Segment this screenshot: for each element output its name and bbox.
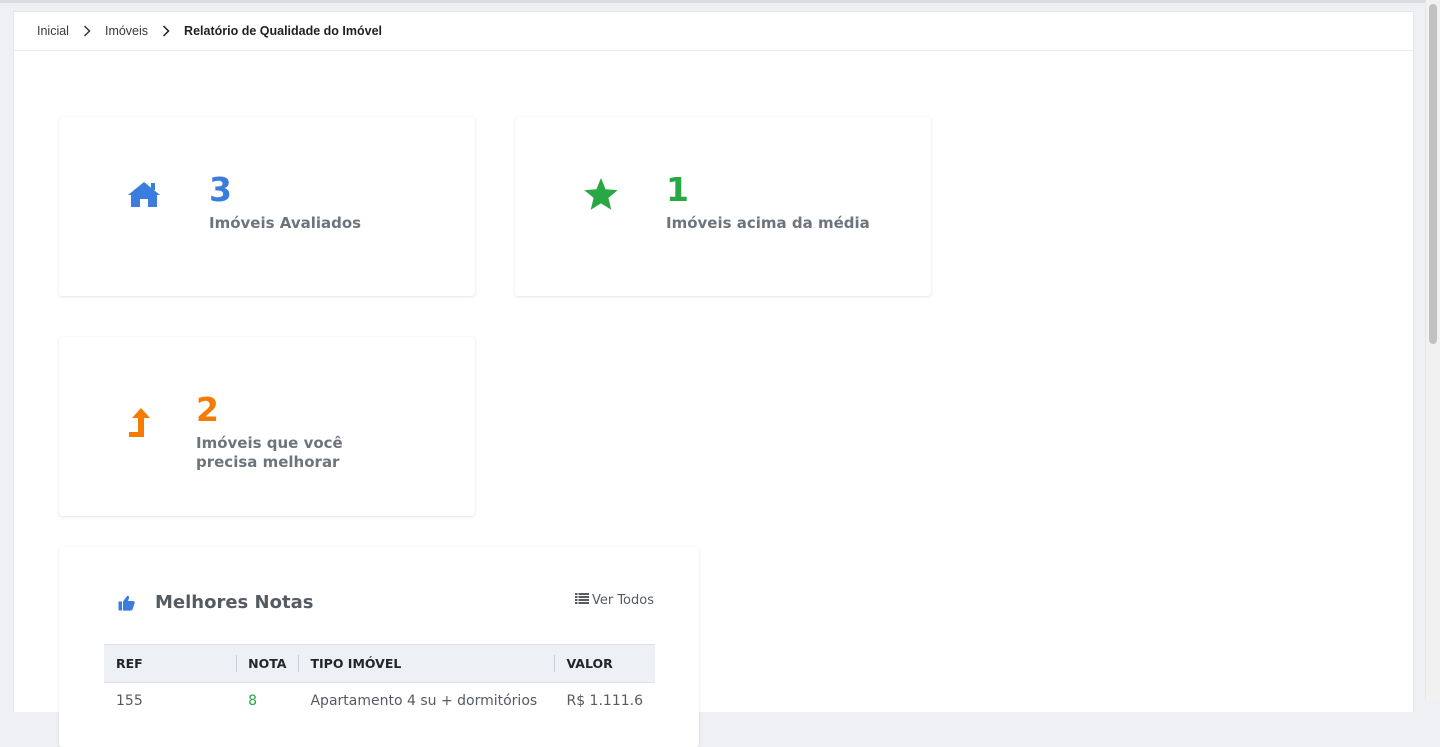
scrollbar-thumb[interactable] xyxy=(1429,4,1437,344)
star-icon xyxy=(583,177,619,215)
chevron-right-icon xyxy=(77,25,97,37)
stat-value: 1 xyxy=(666,170,689,209)
stat-value: 3 xyxy=(209,170,232,209)
breadcrumb: Inicial Imóveis Relatório de Qualidade d… xyxy=(14,12,1413,51)
column-header-ref[interactable]: REF xyxy=(104,644,237,683)
card-title: Melhores Notas xyxy=(155,592,314,613)
stat-card-needs-improvement: 2 Imóveis que você precisa melhorar xyxy=(59,337,475,516)
stat-label: Imóveis Avaliados xyxy=(209,214,362,232)
list-icon xyxy=(574,593,589,608)
breadcrumb-properties[interactable]: Imóveis xyxy=(105,24,148,38)
stat-label: Imóveis acima da média xyxy=(666,214,870,232)
breadcrumb-home[interactable]: Inicial xyxy=(37,24,69,38)
column-header-valor[interactable]: VALOR xyxy=(554,644,655,683)
best-grades-card: Melhores Notas Ver Todos REF NOTA TIPO I… xyxy=(59,547,699,747)
page-scrollbar[interactable] xyxy=(1425,0,1440,700)
cell-valor: R$ 1.111.6 xyxy=(566,693,643,709)
stat-card-evaluated: 3 Imóveis Avaliados xyxy=(59,117,475,296)
column-header-nota[interactable]: NOTA xyxy=(236,644,299,683)
top-edge xyxy=(0,0,1440,3)
see-all-link[interactable]: Ver Todos xyxy=(574,593,654,608)
stat-label: Imóveis que você precisa melhorar xyxy=(196,434,343,471)
best-grades-table: REF NOTA TIPO IMÓVEL VALOR 155 8 Apartam… xyxy=(104,644,655,719)
stat-value: 2 xyxy=(196,390,219,429)
table-row[interactable]: 155 8 Apartamento 4 su + dormitórios R$ … xyxy=(104,683,655,720)
main-panel: Inicial Imóveis Relatório de Qualidade d… xyxy=(13,11,1414,747)
home-icon xyxy=(127,180,161,212)
level-up-arrow-icon xyxy=(127,407,151,443)
chevron-right-icon xyxy=(156,25,176,37)
see-all-label: Ver Todos xyxy=(591,593,654,608)
cell-ref: 155 xyxy=(116,693,143,709)
column-header-tipo[interactable]: TIPO IMÓVEL xyxy=(298,644,555,683)
thumbs-up-icon xyxy=(118,595,135,615)
breadcrumb-current: Relatório de Qualidade do Imóvel xyxy=(184,24,383,38)
stat-card-above-average: 1 Imóveis acima da média xyxy=(515,117,931,296)
cell-nota: 8 xyxy=(248,693,258,709)
table-header-row: REF NOTA TIPO IMÓVEL VALOR xyxy=(104,644,655,683)
cell-tipo: Apartamento 4 su + dormitórios xyxy=(310,693,538,709)
